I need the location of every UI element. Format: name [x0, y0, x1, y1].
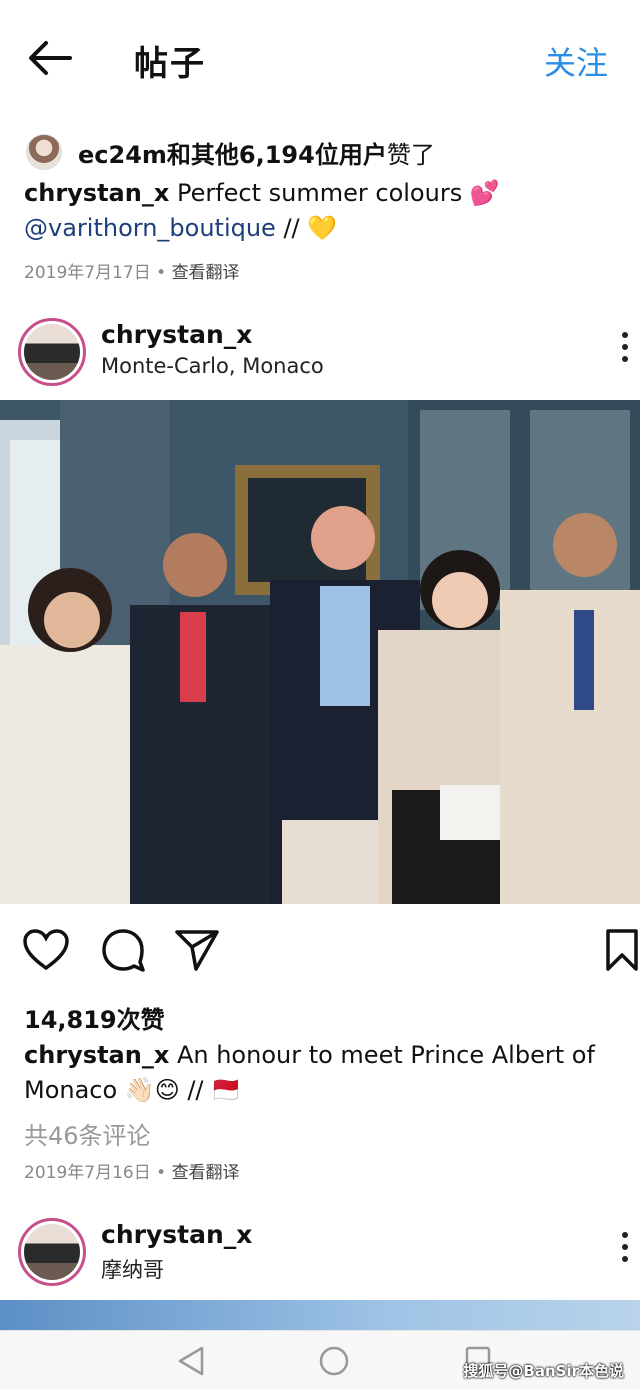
caption-username[interactable]: chrystan_x	[24, 179, 169, 207]
nav-home-icon[interactable]	[318, 1345, 350, 1377]
top-bar: 帖子 关注	[0, 0, 640, 118]
comment-icon[interactable]	[100, 928, 146, 972]
likes-suffix: 赞了	[386, 140, 435, 169]
post-location[interactable]: Monte-Carlo, Monaco	[101, 354, 324, 378]
post2-caption: chrystan_x An honour to meet Prince Albe…	[24, 1038, 614, 1108]
post-location[interactable]: 摩纳哥	[101, 1254, 164, 1284]
nav-back-icon[interactable]	[176, 1345, 206, 1377]
post-username[interactable]: chrystan_x	[101, 320, 252, 349]
more-icon[interactable]	[622, 332, 630, 368]
share-icon[interactable]	[174, 928, 220, 972]
liker-username[interactable]: ec24m	[78, 141, 167, 169]
caption-text: Perfect summer colours 💕	[176, 179, 500, 207]
view-comments-link[interactable]: 共46条评论	[24, 1116, 151, 1151]
post-photo[interactable]	[0, 400, 640, 904]
likes-others[interactable]: 和其他6,194位用户	[167, 141, 387, 169]
back-arrow-icon[interactable]	[26, 38, 74, 78]
post-date: 2019年7月16日	[24, 1163, 151, 1183]
heart-icon[interactable]	[22, 928, 70, 972]
avatar[interactable]	[18, 1218, 86, 1286]
page-title: 帖子	[134, 44, 206, 84]
translate-link[interactable]: 查看翻译	[172, 1163, 240, 1183]
avatar[interactable]	[18, 318, 86, 386]
bookmark-icon[interactable]	[604, 928, 640, 972]
likes-summary[interactable]: ec24m和其他6,194位用户赞了	[26, 132, 435, 172]
post2-meta: 2019年7月16日 • 查看翻译	[24, 1163, 240, 1183]
liker-avatar[interactable]	[26, 134, 62, 170]
likes-text[interactable]: ec24m和其他6,194位用户赞了	[78, 135, 435, 170]
post3-header: chrystan_x 摩纳哥	[0, 1218, 640, 1294]
caption-tail: // 💛	[275, 214, 338, 242]
follow-button[interactable]: 关注	[544, 38, 608, 84]
likes-count[interactable]: 14,819次赞	[24, 1000, 165, 1035]
post2-header: chrystan_x Monte-Carlo, Monaco	[0, 318, 640, 394]
post1-caption: chrystan_x Perfect summer colours 💕 @var…	[24, 176, 614, 246]
post-actions	[0, 920, 640, 980]
more-icon[interactable]	[622, 1232, 630, 1268]
next-post-photo[interactable]	[0, 1300, 640, 1330]
translate-link[interactable]: 查看翻译	[172, 263, 240, 283]
post1-meta: 2019年7月17日 • 查看翻译	[24, 263, 240, 283]
watermark-text: 搜狐号@BanSir本色说	[463, 1362, 624, 1380]
caption-mention[interactable]: @varithorn_boutique	[24, 214, 276, 242]
caption-username[interactable]: chrystan_x	[24, 1041, 169, 1069]
post-username[interactable]: chrystan_x	[101, 1220, 252, 1249]
post-date: 2019年7月17日	[24, 263, 151, 283]
